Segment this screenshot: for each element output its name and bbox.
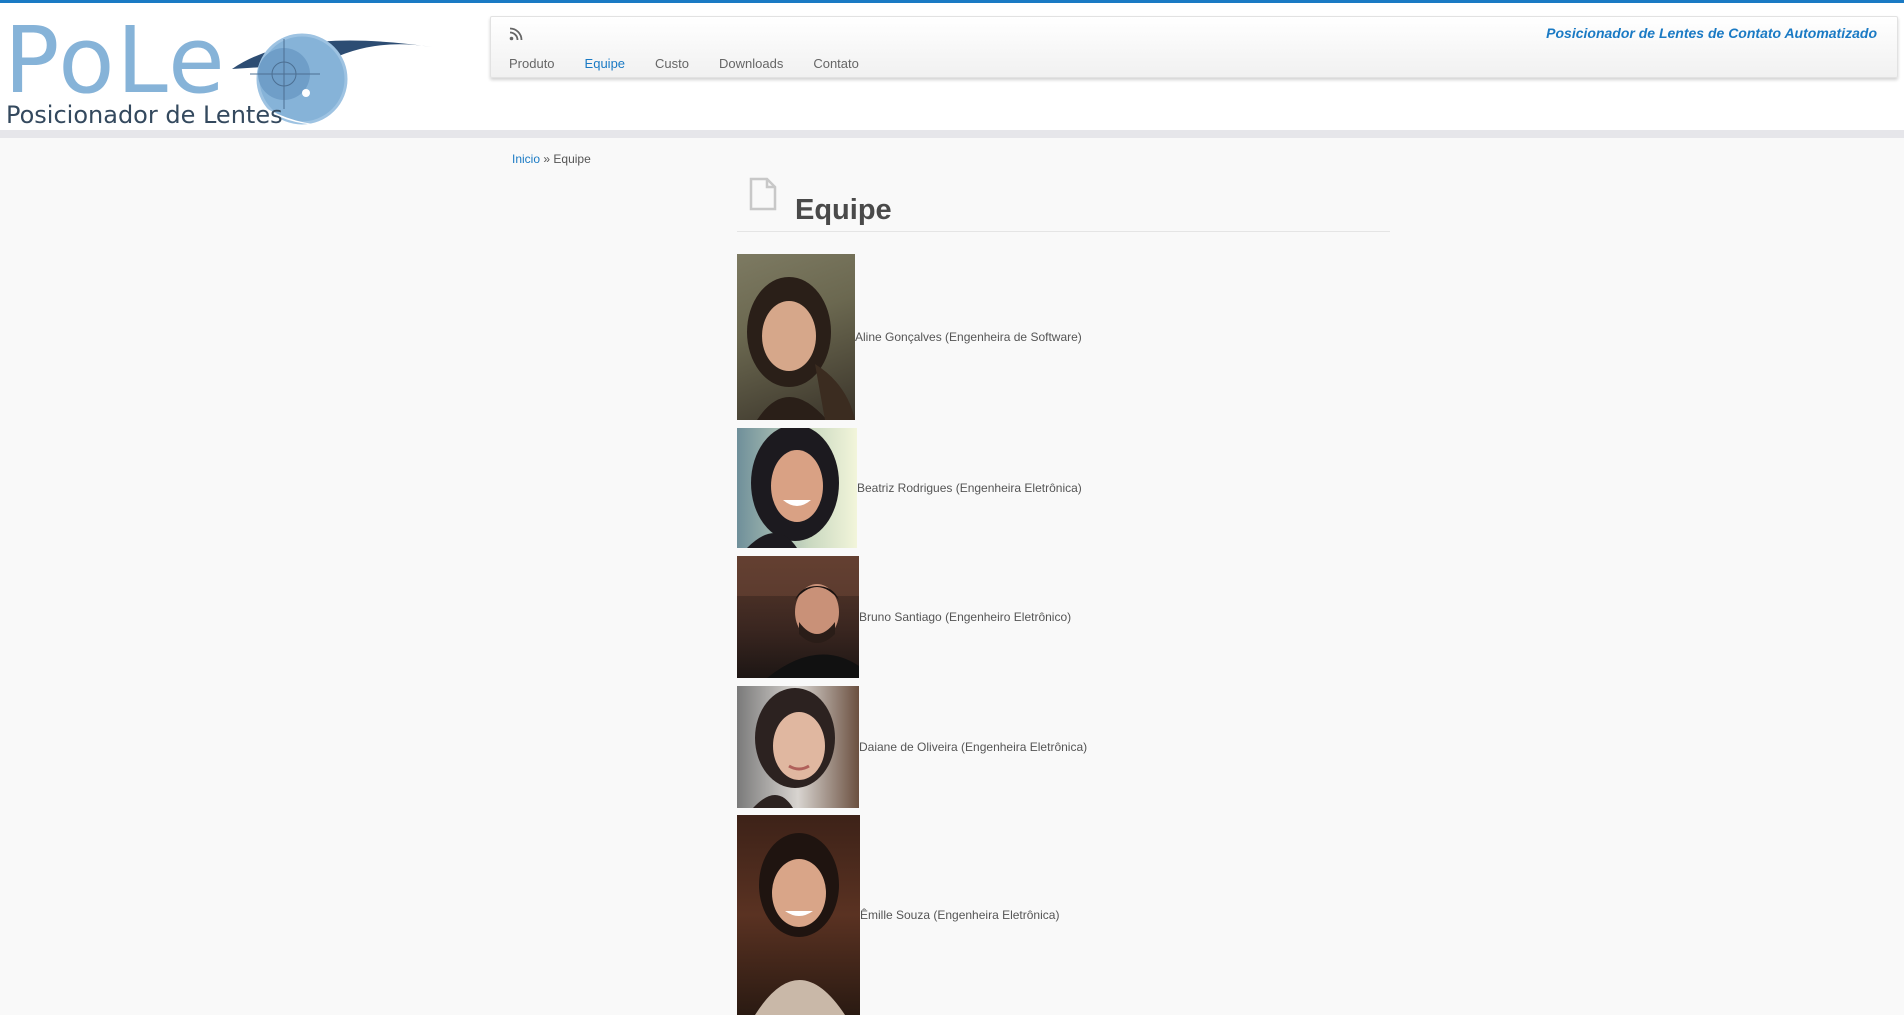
logo-word: PoLe — [4, 7, 227, 114]
member-photo-bruno — [737, 556, 859, 678]
breadcrumb-separator: » — [543, 152, 551, 166]
member-caption-emille: Êmille Souza (Engenheira Eletrônica) — [860, 908, 1060, 922]
team-member-beatriz: Beatriz Rodrigues (Engenheira Eletrônica… — [737, 428, 1082, 548]
nav-menu: Produto Equipe Custo Downloads Contato — [509, 56, 859, 71]
nav-item-produto[interactable]: Produto — [509, 56, 555, 71]
nav-item-custo[interactable]: Custo — [655, 56, 689, 71]
nav-item-contato[interactable]: Contato — [813, 56, 859, 71]
breadcrumb-current: Equipe — [553, 152, 591, 166]
page-title: Equipe — [795, 194, 892, 227]
team-member-daiane: Daiane de Oliveira (Engenheira Eletrônic… — [737, 686, 1087, 808]
member-caption-bruno: Bruno Santiago (Engenheiro Eletrônico) — [859, 610, 1072, 624]
member-photo-aline — [737, 254, 855, 420]
site-tagline: Posicionador de Lentes de Contato Automa… — [1546, 25, 1877, 41]
breadcrumb: Inicio » Equipe — [512, 152, 591, 166]
rss-icon[interactable] — [509, 27, 523, 41]
page-document-icon — [749, 177, 777, 211]
team-member-aline: Aline Gonçalves (Engenheira de Software) — [737, 254, 1082, 420]
nav-item-downloads[interactable]: Downloads — [719, 56, 783, 71]
member-photo-beatriz — [737, 428, 857, 548]
team-member-bruno: Bruno Santiago (Engenheiro Eletrônico) — [737, 556, 1071, 678]
member-photo-emille — [737, 815, 860, 1015]
member-photo-daiane — [737, 686, 859, 808]
member-caption-beatriz: Beatriz Rodrigues (Engenheira Eletrônica… — [857, 481, 1082, 495]
nav-item-equipe[interactable]: Equipe — [585, 56, 625, 71]
member-caption-daiane: Daiane de Oliveira (Engenheira Eletrônic… — [859, 740, 1088, 754]
member-caption-aline: Aline Gonçalves (Engenheira de Software) — [855, 330, 1082, 344]
page-header: Equipe — [737, 171, 1390, 232]
site-logo[interactable]: PoLe Posicionador de Lentes — [4, 15, 444, 133]
main-navbar: Posicionador de Lentes de Contato Automa… — [490, 16, 1898, 78]
team-member-emille: Êmille Souza (Engenheira Eletrônica) — [737, 815, 1059, 1015]
logo-subtitle: Posicionador de Lentes — [6, 101, 283, 129]
site-header: PoLe Posicionador de Lentes Posicionador… — [0, 3, 1904, 138]
breadcrumb-home-link[interactable]: Inicio — [512, 152, 540, 166]
